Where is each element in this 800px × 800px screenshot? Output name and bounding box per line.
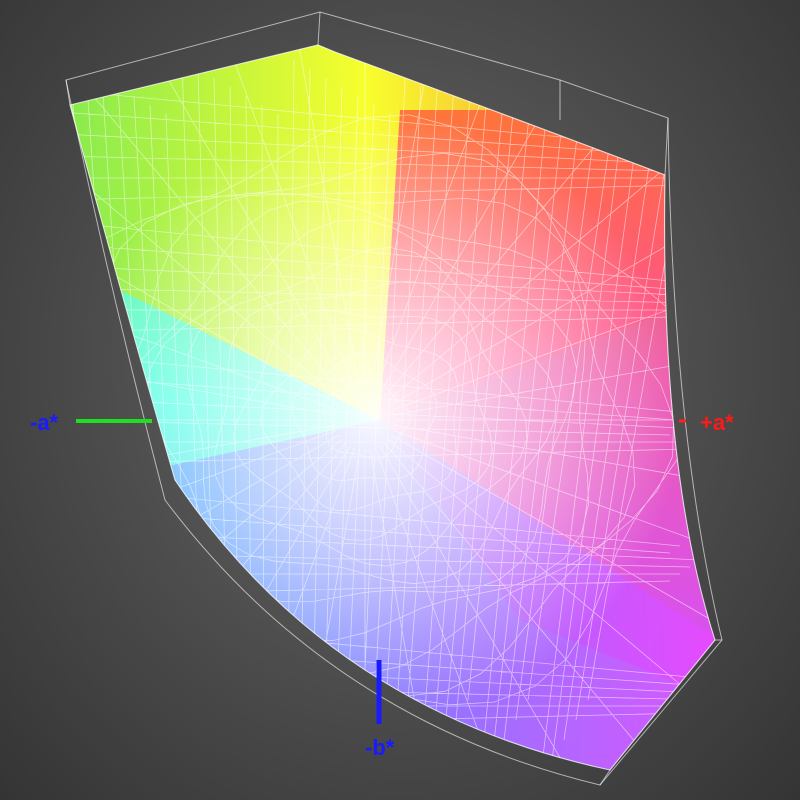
pos-a-axis-label: +a* [700,410,734,435]
color-gamut-diagram [65,11,723,786]
neg-b-axis-label: -b* [365,735,395,760]
neg-a-axis-label: -a* [30,410,59,435]
gamut-viewer[interactable]: -a* +a* -b* [0,0,800,800]
